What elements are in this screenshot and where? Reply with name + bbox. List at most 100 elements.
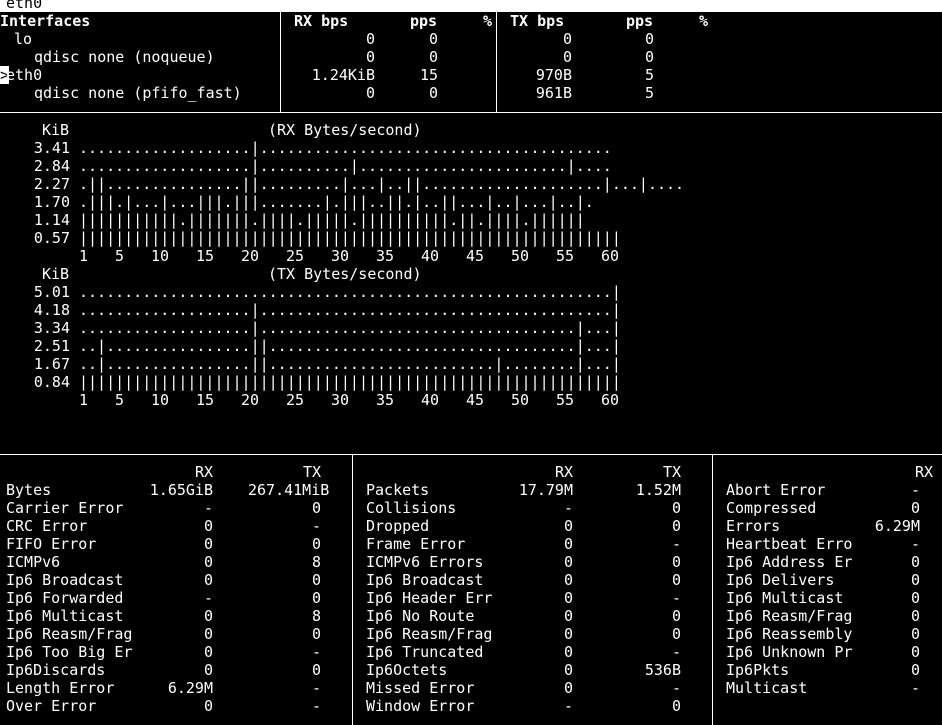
rx-graph-title: (RX Bytes/second) — [268, 121, 422, 139]
stat-rx-value: 0 — [563, 679, 573, 697]
window-title-bar: eth0 — [0, 0, 942, 12]
stat-label: Ip6 Unknown Pr — [726, 643, 853, 661]
tx_graph-level-label: 4.18 — [33, 301, 70, 319]
stat-rx-value: 0 — [910, 607, 920, 625]
stat-label: Compressed — [726, 499, 817, 517]
stat-rx-value: 0 — [563, 535, 573, 553]
rx_graph-tick-label: 35 — [376, 247, 395, 265]
stat-label: Ip6 Address Er — [726, 553, 853, 571]
interface-row[interactable]: qdisc none (pfifo_fast) 0 0 961B 5 — [0, 84, 942, 102]
rx-bps-value: 0 — [365, 30, 375, 48]
stat-label: Ip6Pkts — [726, 661, 790, 679]
stat-rx-value: 0 — [910, 571, 920, 589]
tx_graph-row: ..|................||...................… — [79, 337, 621, 355]
tx_graph-tick-label: 15 — [196, 391, 215, 409]
rx_graph-row: |||||||||||.|||||||.||||.|||||.|||||||||… — [79, 211, 585, 229]
stat-label: Bytes — [6, 481, 52, 499]
stat-tx-value: - — [671, 679, 681, 697]
col1-tx-header: TX — [302, 463, 321, 481]
rx-bps-value: 1.24KiB — [311, 66, 375, 84]
stat-rx-value: 0 — [910, 589, 920, 607]
tx-pps-value: 0 — [644, 30, 654, 48]
stat-rx-value: - — [563, 499, 573, 517]
stat-rx-value: 6.29M — [874, 517, 920, 535]
stat-label: Frame Error — [366, 535, 466, 553]
stat-tx-value: 0 — [671, 499, 681, 517]
stat-label: Over Error — [6, 697, 97, 715]
rx_graph-row: .||...............||.........|...|..||..… — [79, 175, 685, 193]
stat-tx-value: 0 — [311, 589, 321, 607]
tx-pct-header: % — [699, 12, 709, 30]
stat-label: Ip6 Too Big Er — [6, 643, 133, 661]
rx_graph-row: ||||||||||||||||||||||||||||||||||||||||… — [79, 229, 621, 247]
interface-name: lo — [14, 30, 33, 48]
stat-label: Ip6 Truncated — [366, 643, 484, 661]
rx_graph-tick-label: 55 — [556, 247, 575, 265]
stat-rx-value: 0 — [563, 553, 573, 571]
stat-tx-value: 0 — [311, 499, 321, 517]
rx-bps-value: 0 — [365, 84, 375, 102]
stat-tx-value: 8 — [311, 553, 321, 571]
tx-pps-value: 5 — [644, 84, 654, 102]
stat-label: Ip6 Reasm/Frag — [366, 625, 493, 643]
rx-pps-value: 0 — [428, 48, 438, 66]
tx_graph-row: ||||||||||||||||||||||||||||||||||||||||… — [79, 373, 621, 391]
stat-label: Ip6 Multicast — [6, 607, 124, 625]
stat-tx-value: 0 — [671, 571, 681, 589]
stat-label: CRC Error — [6, 517, 88, 535]
rx_graph-level-label: 1.70 — [33, 193, 70, 211]
stat-label: Ip6 Multicast — [726, 589, 844, 607]
rx-graph-unit: KiB — [42, 121, 70, 139]
stat-tx-value: 0 — [311, 661, 321, 679]
iface-bottom-border — [0, 112, 942, 113]
stats-divider-2 — [712, 455, 713, 725]
rx_graph-tick-label: 15 — [196, 247, 215, 265]
stat-label: Ip6 Broadcast — [366, 571, 484, 589]
stat-rx-value: 0 — [203, 661, 213, 679]
stat-tx-value: 0 — [671, 607, 681, 625]
rx_graph-tick-label: 45 — [466, 247, 485, 265]
stat-rx-value: 0 — [563, 589, 573, 607]
tx_graph-tick-label: 60 — [601, 391, 620, 409]
stat-rx-value: 0 — [563, 571, 573, 589]
interface-row[interactable]: > eth0 1.24KiB 15 970B 5 — [0, 66, 942, 84]
stat-rx-value: 0 — [203, 697, 213, 715]
stat-tx-value: 0 — [671, 517, 681, 535]
stat-tx-value: 267.41MiB — [248, 481, 330, 499]
stat-label: Window Error — [366, 697, 475, 715]
interface-name: eth0 — [6, 66, 43, 84]
stat-rx-value: - — [563, 697, 573, 715]
rx_graph-tick-label: 40 — [421, 247, 440, 265]
stat-rx-value: - — [910, 679, 920, 697]
rx_graph-level-label: 3.41 — [33, 139, 70, 157]
rx-pps-header: pps — [410, 12, 438, 30]
rx_graph-tick-label: 50 — [511, 247, 530, 265]
stat-label: ICMPv6 Errors — [366, 553, 484, 571]
stat-rx-value: 0 — [910, 661, 920, 679]
stat-tx-value: - — [671, 643, 681, 661]
tx-bps-value: 0 — [562, 48, 572, 66]
stat-label: Packets — [366, 481, 430, 499]
tx_graph-row: ........................................… — [79, 283, 621, 301]
rx_graph-tick-label: 1 — [79, 247, 89, 265]
stat-rx-value: 0 — [910, 553, 920, 571]
tx-bps-value: 0 — [562, 30, 572, 48]
interface-row[interactable]: qdisc none (noqueue) 0 0 0 0 — [0, 48, 942, 66]
tx_graph-row: ..|................||...................… — [79, 355, 621, 373]
stat-rx-value: 0 — [563, 625, 573, 643]
stat-rx-value: 0 — [910, 625, 920, 643]
stat-rx-value: - — [910, 481, 920, 499]
tx_graph-tick-label: 45 — [466, 391, 485, 409]
stat-label: Ip6 Forwarded — [6, 589, 124, 607]
rx_graph-tick-label: 30 — [331, 247, 350, 265]
rx-pps-value: 15 — [419, 66, 438, 84]
stat-label: Missed Error — [366, 679, 475, 697]
tx_graph-level-label: 0.84 — [33, 373, 70, 391]
stat-tx-value: - — [311, 643, 321, 661]
stat-rx-value: 0 — [203, 571, 213, 589]
interface-row[interactable]: lo 0 0 0 0 — [0, 30, 942, 48]
interfaces-header: Interfaces — [0, 12, 91, 30]
stat-tx-value: 0 — [311, 571, 321, 589]
tx_graph-tick-label: 1 — [79, 391, 89, 409]
stat-rx-value: 0 — [203, 607, 213, 625]
